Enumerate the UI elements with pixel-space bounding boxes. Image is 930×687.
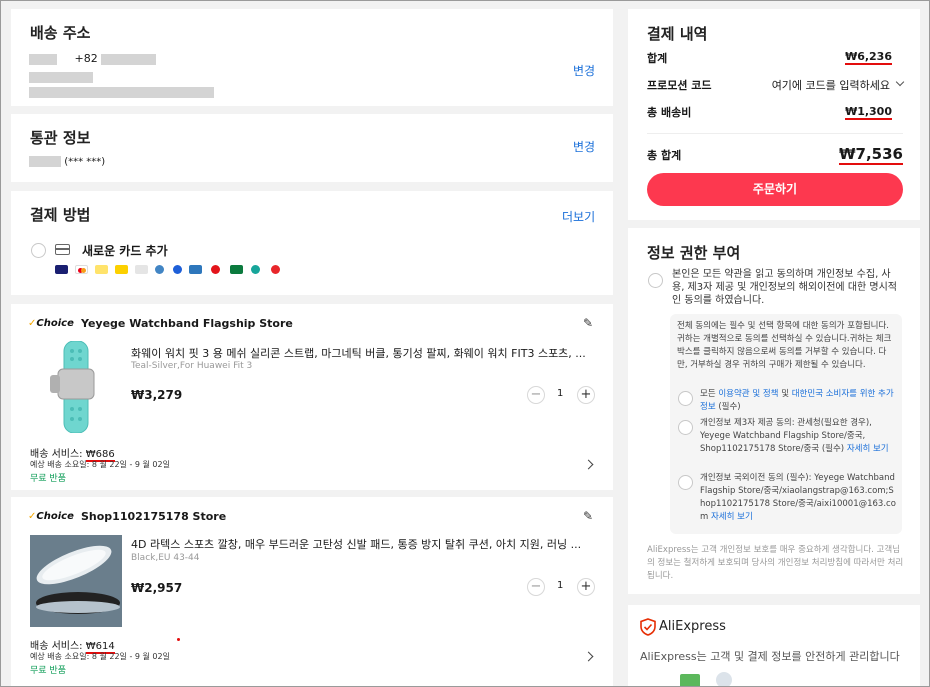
pay-icon-4 [251, 265, 260, 274]
store-name[interactable]: Yeyege Watchband Flagship Store [81, 317, 293, 330]
promo-code-label: 프로모션 코드 [647, 79, 712, 92]
promo-code-input[interactable]: 여기에 코드를 입력하세요 [772, 77, 890, 93]
terms-consent-checkbox[interactable] [678, 391, 693, 406]
store-name[interactable]: Shop1102175178 Store [81, 510, 226, 523]
product-price: ₩3,279 [131, 388, 183, 402]
overseas-transfer-consent-checkbox[interactable] [678, 475, 693, 490]
security-badge-icon [680, 674, 700, 686]
terms-link[interactable]: 이용약관 및 정책 [718, 389, 778, 399]
pay-icon-5 [271, 265, 280, 274]
masked-customs-name [29, 156, 61, 167]
product-title[interactable]: 화웨이 워치 핏 3 용 메쉬 실리콘 스트랩, 마그네틱 버클, 통기성 팔찌… [131, 345, 601, 361]
masked-address-line2 [29, 82, 214, 101]
aliexpress-logo: AliExpress [659, 619, 726, 634]
product-variant: Teal-Silver,For Huawei Fit 3 [131, 361, 253, 371]
agree-all-text[interactable]: 본인은 모든 약관을 읽고 동의하며 개인정보 수집, 사용, 제3자 제공 및… [672, 268, 902, 307]
choice-badge: ✓Choice [28, 511, 74, 522]
overseas-transfer-consent-text: 개인정보 국외이전 동의 (필수): Yeyege Watchband Flag… [700, 473, 896, 522]
quantity-value[interactable]: 1 [557, 388, 563, 399]
edit-note-icon[interactable]: ✎ [583, 316, 593, 330]
terms-consent-text: 모든 이용약관 및 정책 및 대한민국 소비자를 위한 추가 정보 (필수) [700, 389, 894, 412]
security-card: AliExpress AliExpress는 고객 및 결제 정보를 안전하게 … [628, 605, 920, 686]
shipping-change-link[interactable]: 변경 [573, 62, 595, 79]
customs-title: 통관 정보 [30, 129, 91, 147]
overseas-details-link[interactable]: 자세히 보기 [711, 512, 753, 522]
store-card-1: ✓Choice Yeyege Watchband Flagship Store … [11, 304, 613, 490]
security-seal-icon [716, 672, 732, 686]
divider [647, 133, 903, 134]
product-price: ₩2,957 [131, 581, 183, 595]
payment-title: 결제 방법 [30, 206, 91, 224]
shipping-service: 배송 서비스: ₩614 [30, 641, 115, 654]
consent-details-box: 전체 동의에는 필수 및 선택 항목에 대한 동의가 포함됩니다. 귀하는 개별… [670, 314, 902, 534]
amex-icon [189, 265, 202, 274]
product-image[interactable] [30, 340, 122, 434]
consent-title: 정보 권한 부여 [647, 244, 741, 262]
masked-name [29, 53, 57, 65]
quantity-value[interactable]: 1 [557, 580, 563, 591]
pay-icon-2 [173, 265, 182, 274]
shipping-total-label: 총 배송비 [647, 106, 692, 119]
total-value: ₩7,536 [839, 145, 903, 165]
third-party-consent-checkbox[interactable] [678, 420, 693, 435]
shipping-address-card: 배송 주소 +82 변경 [11, 9, 613, 106]
shipping-service: 배송 서비스: ₩686 [30, 449, 115, 462]
free-return-badge: 무료 반품 [30, 666, 66, 676]
third-party-details-link[interactable]: 자세히 보기 [847, 444, 889, 454]
subtotal-label: 합계 [647, 52, 668, 65]
visa-icon [55, 265, 68, 274]
edit-note-icon[interactable]: ✎ [583, 509, 593, 523]
store-card-2: ✓Choice Shop1102175178 Store ✎ 4D 라텍스 스포… [11, 497, 613, 686]
chevron-right-icon[interactable] [583, 459, 594, 470]
privacy-footer-text: AliExpress는 고객 개인정보 보호를 매우 중요하게 생각합니다. 고… [647, 545, 904, 581]
decrease-quantity-button[interactable]: − [527, 386, 545, 404]
order-summary-card: 결제 내역 합계 ₩6,236 프로모션 코드 여기에 코드를 입력하세요 총 … [628, 9, 920, 220]
customs-id: (*** ***) [29, 156, 105, 168]
chevron-down-icon[interactable] [895, 77, 905, 87]
subtotal-value: ₩6,236 [845, 50, 892, 65]
increase-quantity-button[interactable]: + [577, 386, 595, 404]
maestro-icon [95, 265, 108, 274]
consent-card: 정보 권한 부여 본인은 모든 약관을 읽고 동의하며 개인정보 수집, 사용,… [628, 228, 920, 594]
payment-method-card: 결제 방법 더보기 새로운 카드 추가 [11, 191, 613, 295]
agree-all-checkbox[interactable] [648, 273, 663, 288]
delivery-estimate: 예상 배송 소요일: 8 월 22일 - 9 월 02일 [30, 652, 170, 661]
kakaopay-icon [115, 265, 128, 274]
increase-quantity-button[interactable]: + [577, 578, 595, 596]
customs-info-card: 통관 정보 (*** ***) 변경 [11, 114, 613, 182]
credit-card-icon [55, 244, 70, 255]
bank-icon [135, 265, 148, 274]
payment-more-link[interactable]: 더보기 [562, 208, 595, 225]
customs-change-link[interactable]: 변경 [573, 138, 595, 155]
delivery-estimate: 예상 배송 소요일: 8 월 22일 - 9 월 02일 [30, 460, 170, 469]
shield-check-icon [640, 618, 656, 640]
consent-notice: 전체 동의에는 필수 및 선택 항목에 대한 동의가 포함됩니다. 귀하는 개별… [677, 321, 892, 370]
shipping-recipient: +82 [29, 52, 157, 65]
product-image[interactable] [30, 535, 122, 627]
mastercard-icon [75, 265, 88, 274]
total-label: 총 합계 [647, 149, 682, 162]
shipping-total-value: ₩1,300 [845, 105, 892, 120]
phone-prefix: +82 [74, 52, 98, 65]
chevron-right-icon[interactable] [583, 651, 594, 662]
add-card-radio[interactable] [31, 243, 46, 258]
security-text: AliExpress는 고객 및 결제 정보를 안전하게 관리합니다 [640, 650, 900, 663]
annotation-dot [177, 638, 180, 641]
third-party-consent-text: 개인정보 제3자 제공 동의: 관세청(필요한 경우), Yeyege Watc… [700, 418, 889, 454]
pay-icon-3 [211, 265, 220, 274]
masked-customs-number: (*** ***) [64, 156, 106, 168]
shipping-title: 배송 주소 [30, 24, 91, 42]
jcb-icon [230, 265, 243, 274]
summary-title: 결제 내역 [647, 25, 708, 43]
masked-phone [101, 53, 157, 65]
add-card-label[interactable]: 새로운 카드 추가 [82, 242, 168, 259]
decrease-quantity-button[interactable]: − [527, 578, 545, 596]
free-return-badge: 무료 반품 [30, 474, 66, 484]
pay-icon-1 [155, 265, 164, 274]
choice-badge: ✓Choice [28, 318, 74, 329]
place-order-button[interactable]: 주문하기 [647, 173, 903, 206]
product-title[interactable]: 4D 라텍스 스포츠 깔창, 매우 부드러운 고탄성 신발 패드, 통증 방지 … [131, 536, 601, 552]
checkout-page: 배송 주소 +82 변경 통관 정보 (*** ***) 변경 결제 방법 더보… [0, 0, 930, 687]
product-variant: Black,EU 43-44 [131, 553, 200, 563]
